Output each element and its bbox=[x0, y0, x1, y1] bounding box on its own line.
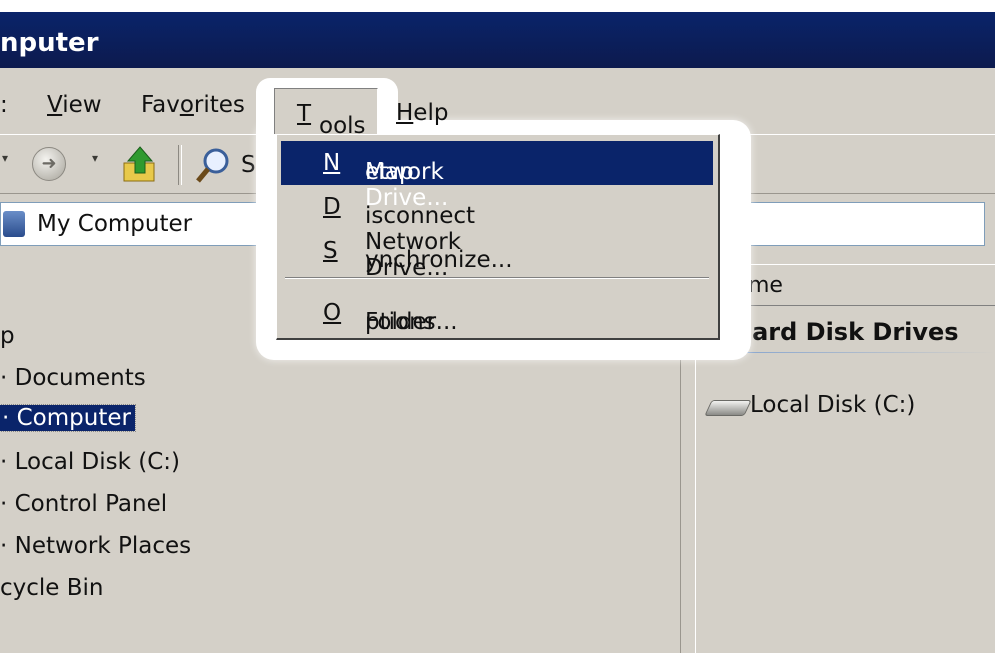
tree-item-my-computer-label: Computer bbox=[16, 405, 131, 431]
menu-file[interactable]: : bbox=[0, 92, 8, 118]
menu-favorites-post: rites bbox=[193, 92, 245, 118]
folder-options-accel: O bbox=[323, 300, 342, 326]
tree-item-network-places[interactable]: · Network Places bbox=[0, 533, 191, 559]
menu-favorites-pre: Fav bbox=[141, 92, 180, 118]
search-icon[interactable] bbox=[194, 145, 234, 185]
folder-options-post: ptions... bbox=[365, 309, 458, 335]
tree-item-recycle-bin[interactable]: cycle Bin bbox=[0, 575, 104, 601]
menu-help-post: elp bbox=[413, 100, 449, 126]
menu-item-map-network-drive[interactable]: Map Network Drive... bbox=[281, 141, 713, 211]
group-heading-hard-disk-drives: Hard Disk Drives bbox=[732, 318, 959, 346]
tree-item-control-panel[interactable]: · Control Panel bbox=[0, 491, 167, 517]
menu-view-accel: V bbox=[47, 92, 63, 118]
back-dropdown-icon[interactable]: ▾ bbox=[2, 151, 8, 165]
hard-disk-icon[interactable] bbox=[704, 400, 752, 416]
tree-item-network-places-label: Network Places bbox=[14, 533, 192, 559]
menu-item-map-network-drive-label: Map Network Drive... bbox=[323, 150, 448, 211]
tools-dropdown-menu: Map Network Drive... Disconnect Network … bbox=[276, 134, 720, 340]
forward-icon[interactable]: ➜ bbox=[32, 147, 66, 181]
my-computer-icon bbox=[3, 211, 25, 237]
drive-local-disk-label[interactable]: Local Disk (C:) bbox=[750, 392, 915, 418]
tree-item-local-disk-label: Local Disk (C:) bbox=[14, 449, 181, 475]
explorer-window: nputer : View Favorites ▾ ➜ ▾ Se My Comp… bbox=[0, 12, 995, 653]
tree-item-documents[interactable]: · Documents bbox=[0, 365, 146, 391]
tree-item-my-computer[interactable]: · Computer bbox=[0, 404, 136, 432]
title-bar[interactable]: nputer bbox=[0, 12, 995, 68]
menu-item-synchronize-label: Synchronize... bbox=[323, 238, 513, 273]
menu-favorites[interactable]: Favorites bbox=[141, 92, 245, 118]
menu-item-synchronize[interactable]: Synchronize... bbox=[281, 229, 713, 273]
menu-item-folder-options[interactable]: Folder Options... bbox=[281, 291, 713, 335]
menu-separator bbox=[285, 277, 709, 279]
toolbar-separator bbox=[178, 145, 182, 185]
menu-item-disconnect-label: Disconnect Network Drive... bbox=[323, 194, 475, 281]
tree-item-documents-label: Documents bbox=[14, 365, 146, 391]
map-drive-accel: N bbox=[323, 150, 341, 176]
menu-item-disconnect-network-drive[interactable]: Disconnect Network Drive... bbox=[281, 185, 713, 281]
up-folder-icon[interactable] bbox=[120, 145, 160, 185]
menu-favorites-accel: o bbox=[179, 92, 194, 118]
window-title: nputer bbox=[0, 28, 99, 58]
menu-item-folder-options-label: Folder Options... bbox=[323, 300, 458, 335]
menu-tools[interactable]: Tools bbox=[274, 88, 378, 139]
menu-help[interactable]: Help bbox=[396, 100, 448, 126]
tree-item-local-disk[interactable]: · Local Disk (C:) bbox=[0, 449, 180, 475]
tree-item-desktop[interactable]: p bbox=[0, 323, 15, 349]
address-value: My Computer bbox=[37, 211, 193, 237]
menu-help-accel: H bbox=[396, 100, 414, 126]
menu-view[interactable]: View bbox=[47, 92, 102, 118]
synchronize-post: ynchronize... bbox=[365, 247, 513, 273]
menu-tools-label: Tools bbox=[297, 101, 366, 139]
menu-tools-accel: T bbox=[297, 101, 312, 127]
tree-item-control-panel-label: Control Panel bbox=[14, 491, 168, 517]
synchronize-accel: S bbox=[323, 238, 338, 264]
menu-view-post: iew bbox=[62, 92, 102, 118]
forward-dropdown-icon[interactable]: ▾ bbox=[92, 151, 98, 165]
disconnect-accel: D bbox=[323, 194, 341, 220]
